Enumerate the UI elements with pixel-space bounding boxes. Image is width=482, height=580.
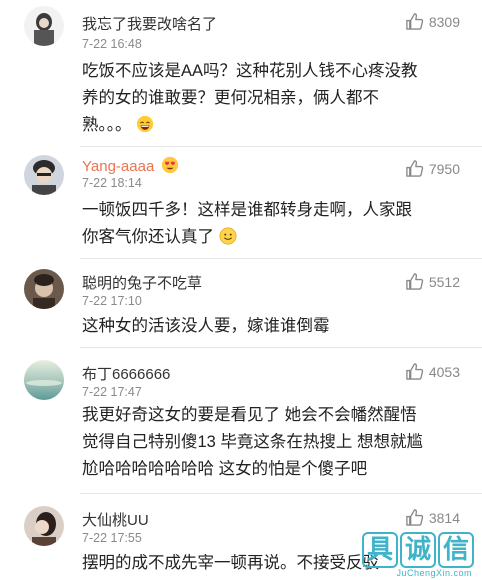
username[interactable]: 我忘了我要改啥名了 <box>82 13 217 34</box>
watermark-logo: 具 诚 信 JuChengXin.com <box>356 532 474 578</box>
like-count: 7950 <box>428 160 460 177</box>
username[interactable]: Yang-aaaa <box>82 156 179 175</box>
avatar[interactable] <box>24 506 64 546</box>
heart-eyes-badge-icon <box>162 156 179 174</box>
like-button[interactable]: 3814 <box>405 508 460 527</box>
thumbs-up-icon <box>406 273 424 290</box>
timestamp: 7-22 17:55 <box>82 531 142 545</box>
username[interactable]: 大仙桃UU <box>82 509 149 530</box>
comment-line: 一顿饭四千多！这样是谁都转身走啊，人家跟 <box>82 201 412 219</box>
comment-line: 我更好奇这女的要是看见了 她会不会幡然醒悟 <box>82 406 417 424</box>
divider <box>80 258 482 259</box>
like-button[interactable]: 4053 <box>405 362 460 381</box>
avatar[interactable] <box>24 269 64 309</box>
comment-line: 觉得自己特别傻13 毕竟这条在热搜上 想想就尴 <box>82 433 424 451</box>
like-count: 5512 <box>428 273 460 290</box>
comment-text: 吃饭不应该是AA吗？这种花别人钱不心疼没教 养的女的谁敢要？更何况相亲，俩人都不… <box>82 58 470 139</box>
like-button[interactable]: 8309 <box>405 12 460 31</box>
thumbs-up-icon <box>406 363 424 380</box>
watermark-char: 具 <box>362 532 398 568</box>
timestamp: 7-22 16:48 <box>82 37 142 51</box>
timestamp: 7-22 18:14 <box>82 176 142 190</box>
like-button[interactable]: 5512 <box>405 272 460 291</box>
divider <box>80 347 482 348</box>
comment-line: 吃饭不应该是AA吗？这种花别人钱不心疼没教 <box>82 62 418 80</box>
comment-text: 这种女的活该没人要，嫁谁谁倒霉 <box>82 313 470 340</box>
thumbs-up-icon <box>406 160 424 177</box>
thumbs-up-icon <box>406 13 424 30</box>
divider <box>80 493 482 494</box>
divider <box>80 146 482 147</box>
watermark-char: 信 <box>438 532 474 568</box>
watermark-url: JuChengXin.com <box>396 568 472 578</box>
laughing-emoji-icon <box>136 115 154 133</box>
like-count: 3814 <box>428 509 460 526</box>
like-count: 4053 <box>428 363 460 380</box>
username[interactable]: 布丁6666666 <box>82 363 170 384</box>
like-count: 8309 <box>428 13 460 30</box>
comment-line: 养的女的谁敢要？更何况相亲，俩人都不 <box>82 89 379 107</box>
username[interactable]: 聪明的兔子不吃草 <box>82 272 202 293</box>
comment-text: 一顿饭四千多！这样是谁都转身走啊，人家跟 你客气你还认真了 <box>82 197 470 251</box>
avatar[interactable] <box>24 155 64 195</box>
smile-emoji-icon <box>219 227 237 245</box>
avatar[interactable] <box>24 360 64 400</box>
avatar[interactable] <box>24 6 64 46</box>
like-button[interactable]: 7950 <box>405 159 460 178</box>
comment-line: 你客气你还认真了 <box>82 224 470 251</box>
timestamp: 7-22 17:10 <box>82 294 142 308</box>
comment-line: 这种女的活该没人要，嫁谁谁倒霉 <box>82 317 330 335</box>
comment-text: 我更好奇这女的要是看见了 她会不会幡然醒悟 觉得自己特别傻13 毕竟这条在热搜上… <box>82 402 470 483</box>
comment-line: 熟。。。 <box>82 112 470 139</box>
comment-line: 尬哈哈哈哈哈哈哈 这女的怕是个傻子吧 <box>82 460 368 478</box>
timestamp: 7-22 17:47 <box>82 385 142 399</box>
thumbs-up-icon <box>406 509 424 526</box>
watermark-char: 诚 <box>400 532 436 568</box>
